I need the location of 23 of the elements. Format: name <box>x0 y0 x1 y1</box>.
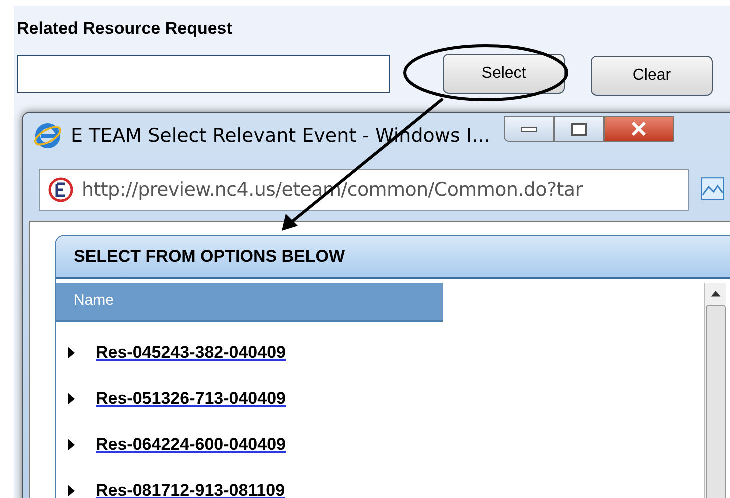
close-icon <box>631 122 648 136</box>
image-icon <box>701 177 725 201</box>
expand-arrow-icon[interactable] <box>68 485 75 497</box>
select-button[interactable]: Select <box>443 54 565 94</box>
input-field[interactable] <box>17 55 390 93</box>
resource-link[interactable]: Res-045243-382-040409 <box>96 340 286 366</box>
expand-arrow-icon[interactable] <box>68 439 75 451</box>
field-label: Related Resource Request <box>17 18 234 40</box>
resource-link[interactable]: Res-064224-600-040409 <box>96 432 286 458</box>
scroll-up-icon[interactable] <box>710 291 720 297</box>
resource-link[interactable]: Res-051326-713-040409 <box>96 386 286 412</box>
panel-header: SELECT FROM OPTIONS BELOW <box>56 236 730 279</box>
resource-link[interactable]: Res-081712-913-081109 <box>96 478 286 498</box>
expand-arrow-icon[interactable] <box>68 393 75 405</box>
browser-logo-icon <box>33 121 63 151</box>
close-button[interactable] <box>604 116 674 142</box>
expand-arrow-icon[interactable] <box>68 347 75 359</box>
maximize-button[interactable] <box>554 116 604 142</box>
clear-button[interactable]: Clear <box>591 56 713 96</box>
minimize-button[interactable] <box>504 116 554 142</box>
scrollbar[interactable] <box>704 283 726 498</box>
site-logo-icon <box>48 177 74 203</box>
scroll-thumb[interactable] <box>706 304 726 498</box>
